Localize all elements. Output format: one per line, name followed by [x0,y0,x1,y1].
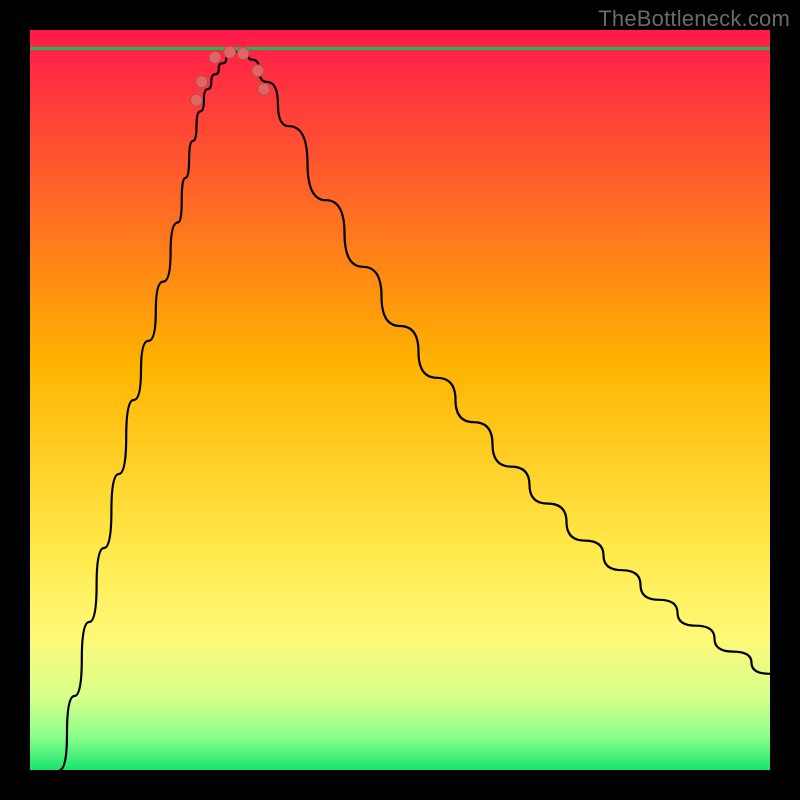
plot-area [30,30,770,770]
curve-marker [191,94,203,106]
chart-frame: TheBottleneck.com [0,0,800,800]
curve-marker [196,76,208,88]
gradient-background [30,30,770,770]
chart-svg [30,30,770,770]
curve-marker [237,48,249,60]
curve-marker [252,65,264,77]
curve-marker [258,83,270,95]
curve-marker [209,51,221,63]
curve-marker [224,46,236,58]
watermark-text: TheBottleneck.com [598,6,790,32]
